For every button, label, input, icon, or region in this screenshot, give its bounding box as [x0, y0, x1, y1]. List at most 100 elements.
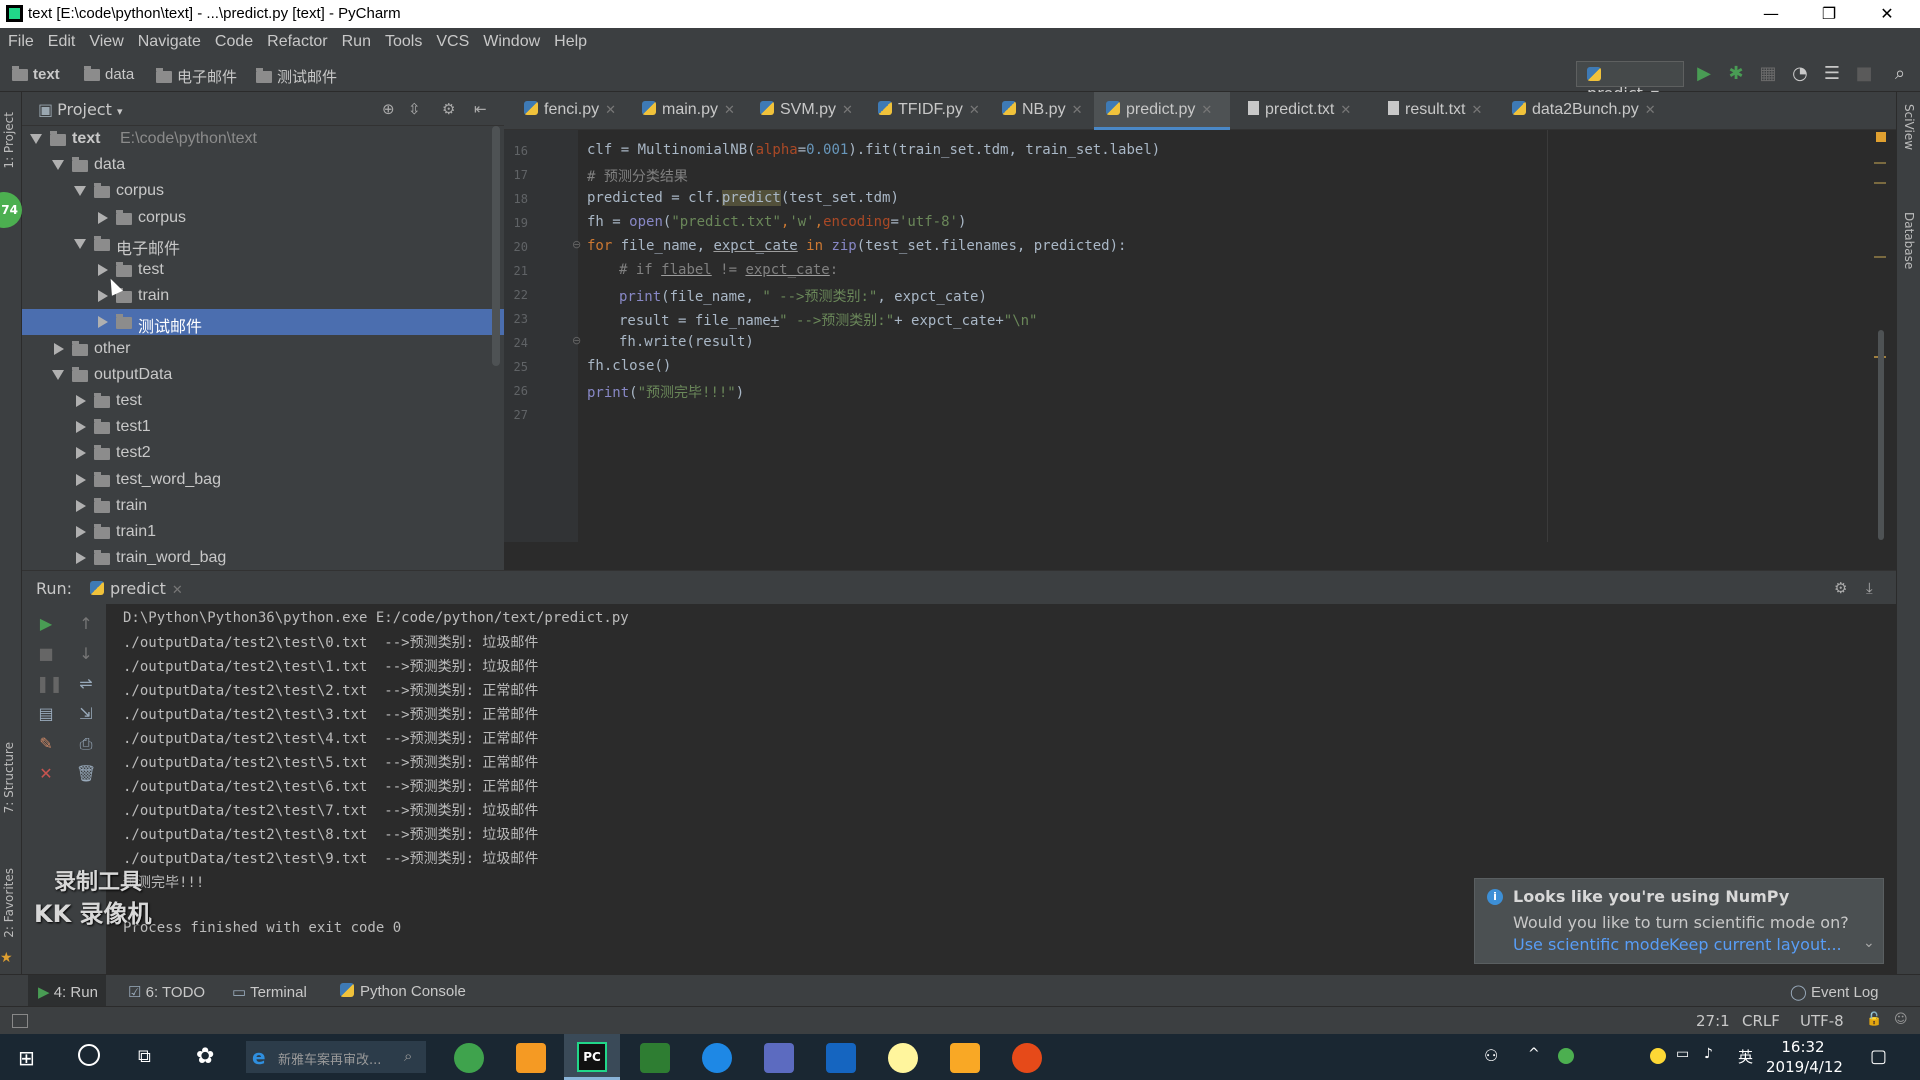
tree-item[interactable]: corpus: [22, 205, 504, 231]
breadcrumb-data[interactable]: data: [84, 65, 134, 83]
tray-app-icon[interactable]: [1558, 1048, 1574, 1064]
minimize-button[interactable]: —: [1742, 0, 1800, 28]
volume-icon[interactable]: ♪: [1704, 1046, 1713, 1062]
ime-indicator[interactable]: 英: [1738, 1046, 1753, 1067]
up-arrow-icon[interactable]: ↑: [76, 614, 96, 634]
fold-icon[interactable]: ⊖: [572, 334, 581, 347]
excel-taskbar-icon[interactable]: [640, 1043, 670, 1073]
k-app-taskbar-icon[interactable]: [702, 1043, 732, 1073]
tree-item[interactable]: test_word_bag: [22, 467, 504, 493]
feather-app-taskbar-icon[interactable]: [764, 1043, 794, 1073]
browser-taskbar-icon[interactable]: [454, 1043, 484, 1073]
locate-icon[interactable]: ⊕: [382, 100, 395, 118]
pycharm-taskbar-active[interactable]: PC: [564, 1034, 620, 1080]
breadcrumb-email[interactable]: 电子邮件: [156, 66, 237, 87]
tree-scrollbar[interactable]: [492, 126, 500, 366]
collapse-all-icon[interactable]: ⇳: [408, 100, 421, 118]
task-view-icon[interactable]: ⧉: [138, 1046, 151, 1067]
tree-item[interactable]: test2: [22, 440, 504, 466]
search-everywhere-icon[interactable]: ⌕: [1890, 64, 1910, 84]
tab-main[interactable]: main.py ✕: [630, 92, 748, 130]
tree-item[interactable]: other: [22, 336, 504, 362]
tree-item[interactable]: data: [22, 152, 504, 178]
collapsed-arrow-icon[interactable]: [76, 526, 86, 538]
run-tool-tab[interactable]: ▶ 4: Run: [38, 983, 98, 1001]
close-icon[interactable]: ✕: [1201, 102, 1212, 117]
favorites-tool-tab[interactable]: 2: Favorites: [2, 868, 16, 938]
tree-item[interactable]: outputData: [22, 362, 504, 388]
project-view-selector[interactable]: ▣ Project ▾: [38, 100, 123, 119]
menu-edit[interactable]: Edit: [48, 33, 76, 51]
expanded-arrow-icon[interactable]: [74, 186, 86, 197]
notification-center-icon[interactable]: ▢: [1870, 1046, 1887, 1067]
layout-icon[interactable]: ▤: [36, 704, 56, 724]
expanded-arrow-icon[interactable]: [52, 160, 64, 171]
file-explorer-taskbar-icon[interactable]: [950, 1043, 980, 1073]
fold-icon[interactable]: ⊖: [572, 238, 581, 251]
tree-item[interactable]: train_word_bag: [22, 545, 504, 571]
database-tool-tab[interactable]: Database: [1902, 212, 1916, 269]
error-stripe[interactable]: [1874, 130, 1886, 568]
use-scientific-mode-link[interactable]: Use scientific mode: [1513, 935, 1670, 954]
collapsed-arrow-icon[interactable]: [76, 421, 86, 434]
menu-navigate[interactable]: Navigate: [138, 33, 201, 51]
sciview-tool-tab[interactable]: SciView: [1902, 104, 1916, 150]
menu-run[interactable]: Run: [342, 33, 371, 51]
pin-icon[interactable]: ✎: [36, 734, 56, 754]
close-icon[interactable]: ✕: [842, 102, 853, 117]
tree-item[interactable]: train1: [22, 519, 504, 545]
warning-mark[interactable]: [1874, 256, 1886, 258]
tree-item[interactable]: 测试邮件: [22, 309, 504, 336]
python-console-tool-tab[interactable]: Python Console: [340, 983, 466, 1000]
tray-app-icon-2[interactable]: [1650, 1048, 1666, 1064]
warning-mark[interactable]: [1874, 182, 1886, 184]
tab-data2bunch[interactable]: data2Bunch.py ✕: [1500, 92, 1660, 130]
toggle-tool-windows-icon[interactable]: [12, 1014, 28, 1028]
menu-code[interactable]: Code: [215, 33, 253, 51]
warning-indicator[interactable]: [1876, 132, 1886, 142]
breadcrumb-test-email[interactable]: 测试邮件: [256, 66, 337, 87]
collapsed-arrow-icon[interactable]: [76, 473, 86, 486]
pause-icon[interactable]: ❚❚: [36, 674, 63, 694]
menu-view[interactable]: View: [89, 33, 123, 51]
inspector-icon[interactable]: ☺: [1894, 1012, 1908, 1027]
lock-icon[interactable]: 🔓: [1866, 1012, 1882, 1027]
line-separator[interactable]: CRLF: [1742, 1012, 1780, 1030]
gear-icon[interactable]: ⚙: [442, 100, 455, 118]
menu-help[interactable]: Help: [554, 33, 587, 51]
menu-refactor[interactable]: Refactor: [267, 33, 327, 51]
collapsed-arrow-icon[interactable]: [76, 499, 86, 512]
collapsed-arrow-icon[interactable]: [54, 342, 64, 355]
run-icon[interactable]: ▶: [1694, 64, 1714, 84]
tab-fenci[interactable]: fenci.py ✕: [512, 92, 630, 130]
close-icon[interactable]: ✕: [172, 583, 183, 598]
tree-item[interactable]: 电子邮件: [22, 231, 504, 258]
scroll-end-icon[interactable]: ⇲: [76, 704, 96, 724]
menu-window[interactable]: Window: [483, 33, 540, 51]
close-icon[interactable]: ✕: [1471, 102, 1482, 117]
collapsed-arrow-icon[interactable]: [98, 264, 108, 276]
keep-current-layout-link[interactable]: Keep current layout...: [1669, 935, 1842, 954]
tree-item[interactable]: test: [22, 257, 504, 283]
people-icon[interactable]: ⚇: [1484, 1046, 1498, 1065]
rerun-icon[interactable]: ▶: [36, 614, 56, 634]
trash-icon[interactable]: 🗑: [76, 764, 96, 784]
soft-wrap-icon[interactable]: ⇌: [76, 674, 96, 694]
expanded-arrow-icon[interactable]: [30, 134, 42, 144]
run-config-selector[interactable]: predict▾: [1576, 61, 1684, 103]
collapsed-arrow-icon[interactable]: [76, 552, 86, 565]
event-log-tool-tab[interactable]: ◯ Event Log: [1790, 983, 1879, 1001]
close-icon[interactable]: ✕: [969, 102, 980, 117]
tree-item[interactable]: test: [22, 388, 504, 414]
taskbar-app-icon[interactable]: ✿: [196, 1044, 214, 1069]
menu-file[interactable]: File: [8, 33, 34, 51]
taskbar-search[interactable]: e 新雅车案再审改... ⌕: [246, 1041, 426, 1073]
terminal-tool-tab[interactable]: ▭ Terminal: [232, 983, 307, 1001]
clock-time[interactable]: 16:32: [1772, 1038, 1834, 1056]
project-tool-tab[interactable]: 1: Project: [2, 112, 16, 169]
windows-start-icon[interactable]: ⊞: [18, 1046, 35, 1070]
stop-icon[interactable]: ■: [36, 644, 56, 664]
battery-icon[interactable]: ▭: [1676, 1046, 1689, 1062]
ppt-taskbar-icon[interactable]: [516, 1043, 546, 1073]
collapsed-arrow-icon[interactable]: [98, 290, 108, 303]
